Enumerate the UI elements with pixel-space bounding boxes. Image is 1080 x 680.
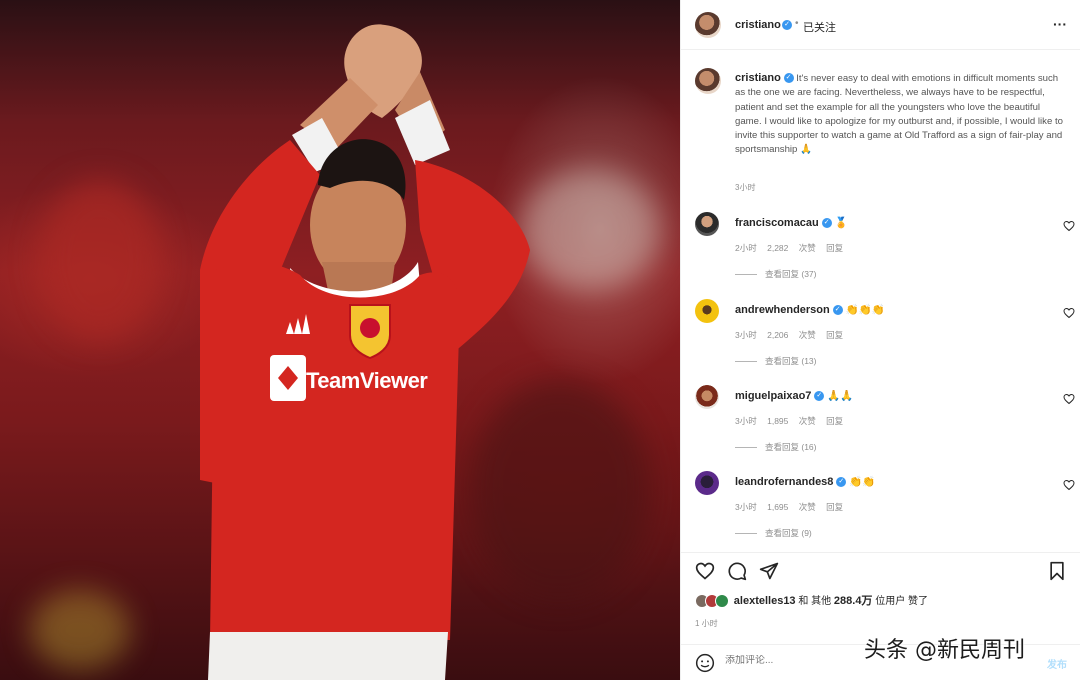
divider — [735, 447, 757, 449]
post-side-panel: cristiano ✓ • 已关注 ··· cristiano ✓ It's n… — [680, 0, 1080, 680]
follow-separator: • — [795, 18, 799, 29]
comment-item: leandrofernandes8 ✓ 👏👏 3小时 1,695 次赞 回复 查… — [681, 471, 1080, 557]
caption-text: cristiano ✓ It's never easy to deal with… — [735, 71, 1065, 158]
player-figure — [200, 24, 530, 680]
verified-badge-icon: ✓ — [782, 20, 792, 30]
comment-text: 🙏🙏 — [827, 390, 854, 402]
avatar[interactable] — [695, 12, 721, 38]
comment-time: 3小时 — [735, 330, 757, 340]
reply-button[interactable]: 回复 — [826, 502, 843, 512]
comment-text: 👏👏👏 — [845, 304, 885, 316]
likes-count[interactable]: 288.4万 — [834, 595, 873, 607]
avatar — [715, 594, 729, 609]
comment-likes[interactable]: 1,895 次赞 — [767, 416, 816, 426]
verified-badge-icon: ✓ — [814, 391, 825, 402]
divider — [735, 361, 757, 363]
watermark: 头条 @新民周刊 — [864, 638, 1025, 663]
verified-badge-icon: ✓ — [832, 305, 843, 316]
heart-icon[interactable] — [1063, 479, 1075, 491]
comment-time: 3小时 — [735, 502, 757, 512]
comment-likes[interactable]: 2,206 次赞 — [767, 330, 816, 340]
jersey-sponsor-text: TeamViewer — [306, 368, 428, 393]
divider — [735, 274, 757, 276]
comment-item: andrewhenderson ✓ 👏👏👏 3小时 2,206 次赞 回复 查看… — [681, 299, 1080, 385]
view-replies-button[interactable]: 查看回复 (37) — [765, 269, 816, 279]
likes-text-mid: 和 其他 — [795, 596, 834, 607]
comment-username[interactable]: andrewhenderson — [735, 304, 830, 316]
comment-text: 👏👏 — [849, 476, 876, 488]
comment-likes[interactable]: 2,282 次赞 — [767, 243, 816, 253]
avatar[interactable] — [695, 385, 719, 409]
comment-icon[interactable] — [727, 561, 747, 581]
post-header: cristiano ✓ • 已关注 ··· — [681, 0, 1080, 50]
caption-time: 3小时 — [735, 183, 756, 192]
reply-button[interactable]: 回复 — [826, 330, 843, 340]
avatar[interactable] — [695, 471, 719, 495]
liker-username[interactable]: alextelles13 — [734, 595, 796, 607]
heart-icon[interactable] — [695, 561, 715, 581]
verified-badge-icon: ✓ — [783, 73, 794, 84]
comment-username[interactable]: miguelpaixao7 — [735, 390, 811, 402]
verified-badge-icon: ✓ — [821, 218, 832, 229]
follow-status[interactable]: 已关注 — [803, 19, 836, 35]
caption-body: It's never easy to deal with emotions in… — [735, 73, 1063, 156]
heart-icon[interactable] — [1063, 393, 1075, 405]
comment-username[interactable]: leandrofernandes8 — [735, 476, 833, 488]
emoji-icon[interactable] — [695, 653, 715, 673]
action-bar — [681, 552, 1080, 588]
heart-icon[interactable] — [1063, 307, 1075, 319]
more-options-icon[interactable]: ··· — [1053, 16, 1067, 32]
likes-text-end: 位用户 赞了 — [872, 596, 928, 607]
avatar[interactable] — [695, 299, 719, 323]
post-comment-button[interactable]: 发布 — [1047, 656, 1067, 671]
heart-icon[interactable] — [1063, 220, 1075, 232]
verified-badge-icon: ✓ — [836, 477, 847, 488]
bookmark-icon[interactable] — [1047, 561, 1067, 581]
comment-item: miguelpaixao7 ✓ 🙏🙏 3小时 1,895 次赞 回复 查看回复 … — [681, 385, 1080, 471]
view-replies-button[interactable]: 查看回复 (13) — [765, 356, 816, 366]
header-username[interactable]: cristiano — [735, 19, 781, 31]
comment-item: franciscomacau ✓ 🏅 2小时 2,282 次赞 回复 查看回复 … — [681, 212, 1080, 298]
reply-button[interactable]: 回复 — [826, 416, 843, 426]
comment-text: 🏅 — [834, 217, 848, 229]
view-replies-button[interactable]: 查看回复 (9) — [765, 528, 812, 538]
reply-button[interactable]: 回复 — [826, 243, 843, 253]
post-photo[interactable]: TeamViewer — [0, 0, 680, 680]
avatar[interactable] — [695, 212, 719, 236]
comment-username[interactable]: franciscomacau — [735, 217, 819, 229]
comment-time: 2小时 — [735, 243, 757, 253]
avatar[interactable] — [695, 68, 721, 94]
post-time: 1 小时 — [695, 619, 718, 628]
comment-time: 3小时 — [735, 416, 757, 426]
share-icon[interactable] — [759, 561, 779, 581]
caption-username[interactable]: cristiano — [735, 72, 781, 84]
divider — [735, 533, 757, 535]
likes-summary: alextelles13 和 其他 288.4万 位用户 赞了 — [695, 592, 928, 609]
liker-avatars[interactable] — [695, 594, 731, 609]
comment-likes[interactable]: 1,695 次赞 — [767, 502, 816, 512]
view-replies-button[interactable]: 查看回复 (16) — [765, 442, 816, 452]
